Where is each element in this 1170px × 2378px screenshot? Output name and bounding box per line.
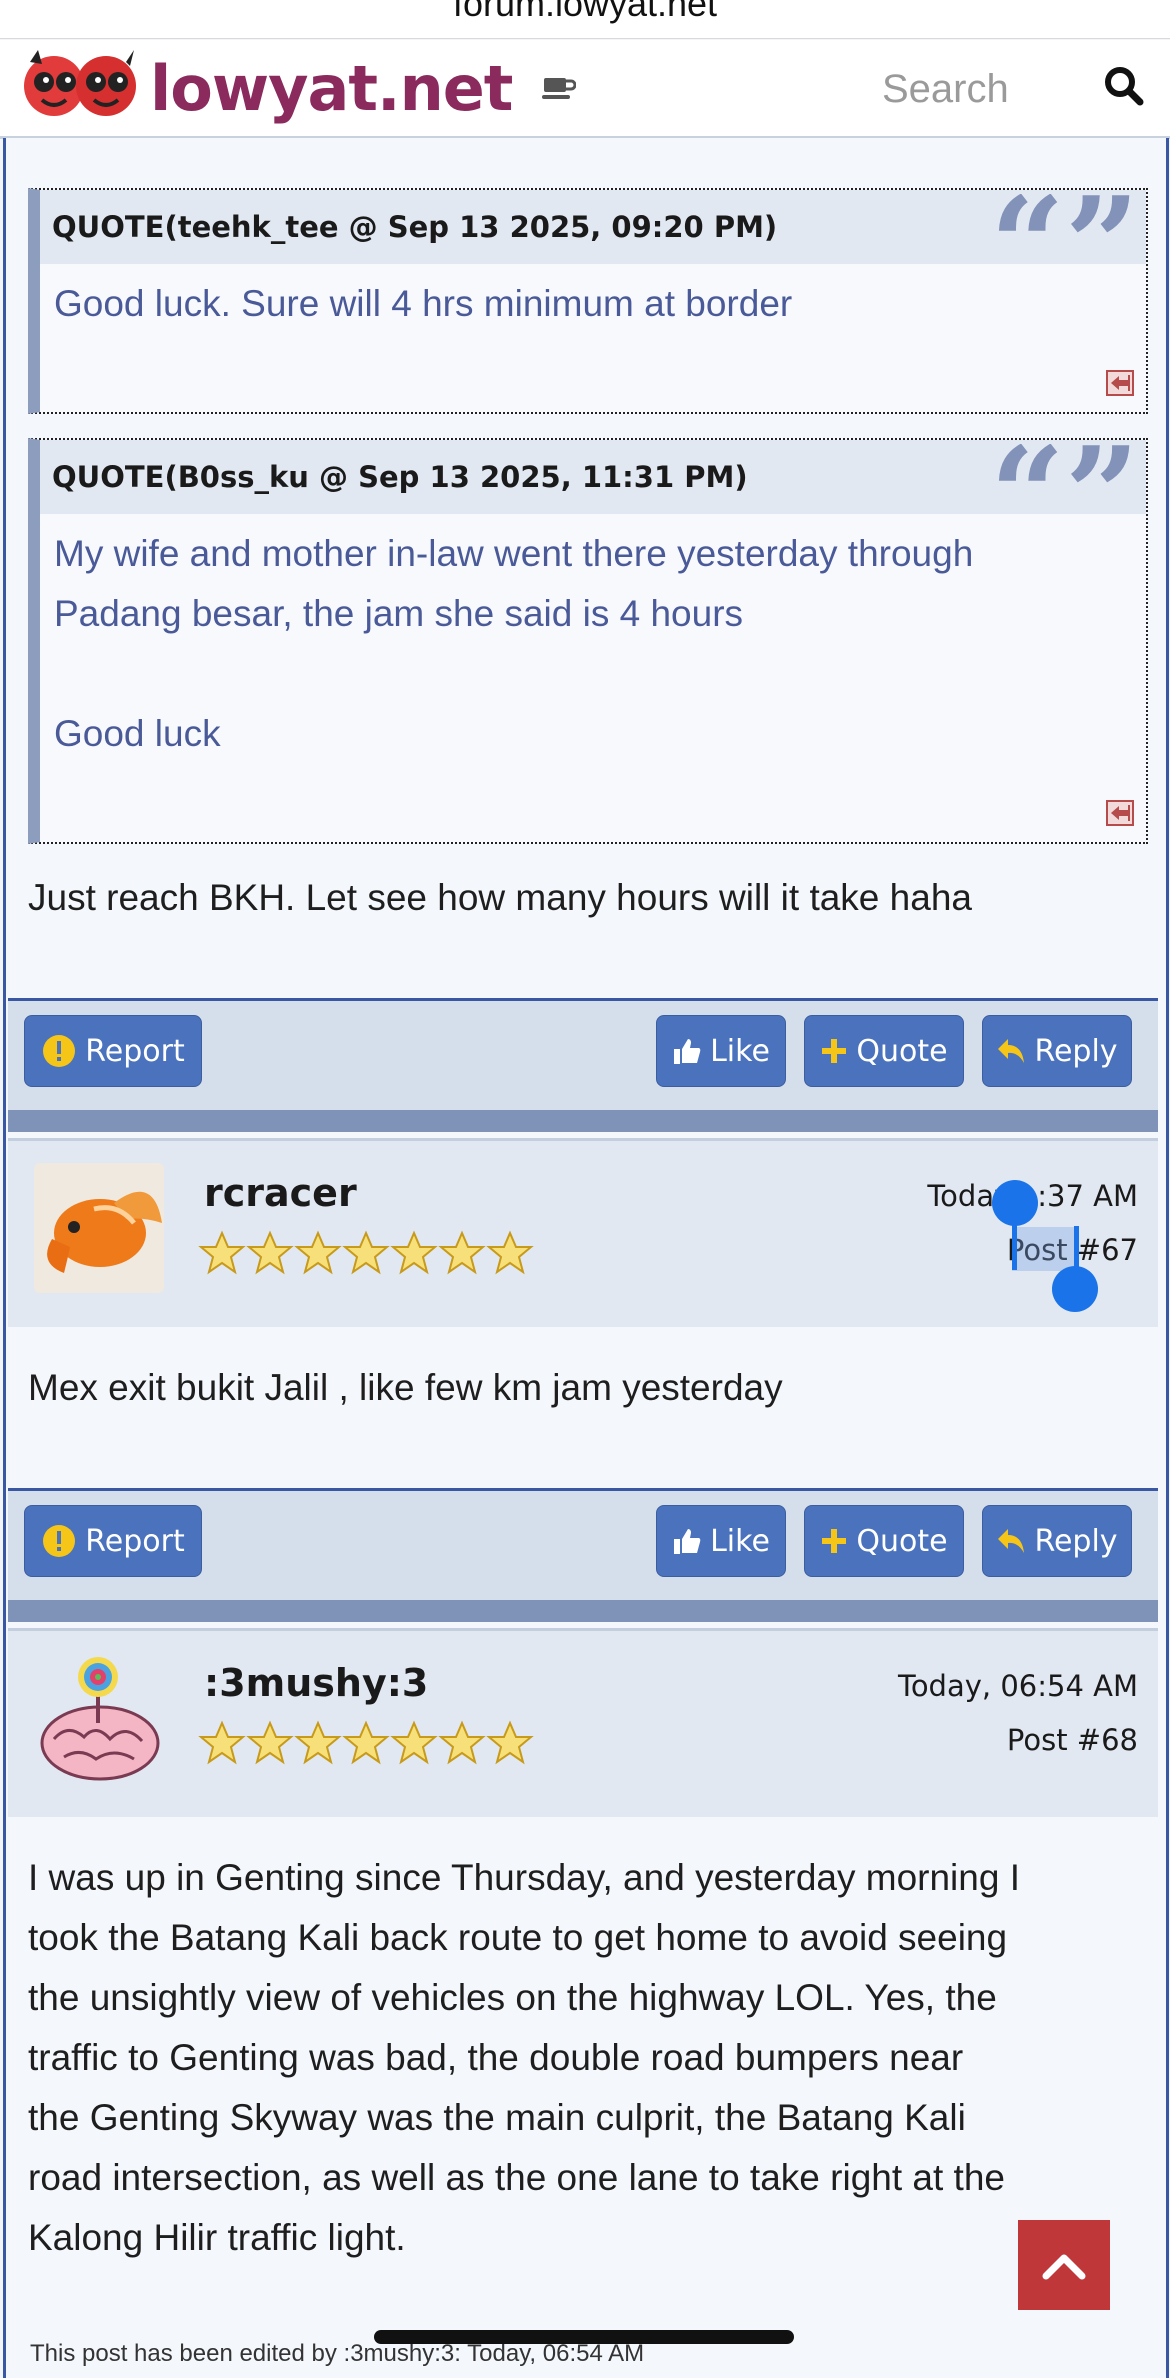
reply-button[interactable]: Reply: [982, 1505, 1132, 1577]
reply-label: Reply: [1034, 1523, 1118, 1559]
plus-icon: [822, 1529, 847, 1553]
star-icon: [342, 1720, 390, 1765]
like-label: Like: [710, 1033, 770, 1069]
report-label: Report: [85, 1523, 185, 1559]
avatar[interactable]: [34, 1163, 164, 1293]
coffee-cup-icon[interactable]: [542, 72, 576, 102]
site-logo[interactable]: lowyat.net: [22, 48, 513, 128]
quote-blank-line: [54, 644, 1132, 704]
rating-stars: [198, 1229, 534, 1277]
search-input[interactable]: [880, 58, 1084, 120]
post-body-line: road intersection, as well as the one la…: [28, 2157, 1005, 2198]
quote-marks-icon: “”: [990, 444, 1140, 524]
quote-button[interactable]: Quote: [804, 1505, 964, 1577]
star-icon: [438, 1720, 486, 1765]
reply-arrow-icon: [998, 1039, 1025, 1063]
chevron-up-icon: [1042, 2254, 1086, 2280]
star-icon: [486, 1230, 534, 1275]
svg-text:“”: “”: [990, 194, 1140, 274]
post-action-bar: Report Like Quote Reply: [8, 998, 1158, 1111]
selection-handle-end[interactable]: [1052, 1266, 1098, 1312]
post-body-text: Mex exit bukit Jalil , like few km jam y…: [28, 1367, 783, 1408]
edited-note: This post has been edited by :3mushy:3: …: [30, 2340, 645, 2367]
post-header: :3mushy:3 Today, 06:54 AM Post #68: [8, 1628, 1158, 1817]
plus-icon: [822, 1039, 847, 1063]
quote-line: Good luck. Sure will 4 hrs minimum at bo…: [54, 283, 793, 324]
quote-line: Good luck: [54, 713, 221, 754]
star-icon: [246, 1230, 294, 1275]
star-icon: [390, 1230, 438, 1275]
post-body-line: traffic to Genting was bad, the double r…: [28, 2037, 964, 2078]
quote-header: QUOTE(B0ss_ku @ Sep 13 2025, 11:31 PM): [40, 440, 1146, 514]
warning-icon: [43, 1525, 76, 1557]
star-icon: [342, 1230, 390, 1275]
text-selection-highlight: [1012, 1227, 1078, 1271]
post-body-line: the Genting Skyway was the main culprit,…: [28, 2097, 966, 2138]
quote-block: QUOTE(teehk_tee @ Sep 13 2025, 09:20 PM)…: [28, 188, 1148, 414]
username[interactable]: :3mushy:3: [204, 1661, 428, 1705]
like-label: Like: [710, 1523, 770, 1559]
svg-text:“”: “”: [990, 444, 1140, 524]
quote-button[interactable]: Quote: [804, 1015, 964, 1087]
report-button[interactable]: Report: [24, 1015, 202, 1087]
logo-text: lowyat.net: [150, 52, 513, 125]
username[interactable]: rcracer: [204, 1171, 357, 1215]
quote-line: Padang besar, the jam she said is 4 hour…: [54, 593, 744, 634]
star-icon: [198, 1720, 246, 1765]
home-indicator: [374, 2330, 794, 2344]
star-icon: [390, 1720, 438, 1765]
quote-label: Quote: [856, 1523, 948, 1559]
goldfish-avatar-icon: [34, 1163, 164, 1293]
avatar[interactable]: [34, 1653, 164, 1783]
post-date: Today, 06:54 AM: [898, 1669, 1138, 1703]
search-icon[interactable]: [1100, 62, 1148, 110]
like-button[interactable]: Like: [656, 1015, 786, 1087]
scroll-to-top-button[interactable]: [1018, 2220, 1110, 2310]
report-button[interactable]: Report: [24, 1505, 202, 1577]
thumbs-up-icon: [674, 1039, 701, 1064]
post-header: rcracer Today:37 AM Post #67: [8, 1138, 1158, 1327]
warning-icon: [43, 1035, 76, 1067]
star-icon: [294, 1720, 342, 1765]
post-date-suffix: :37 AM: [1037, 1179, 1138, 1213]
post-number-link[interactable]: Post #68: [898, 1713, 1138, 1767]
quote-block: QUOTE(B0ss_ku @ Sep 13 2025, 11:31 PM) “…: [28, 438, 1148, 844]
like-button[interactable]: Like: [656, 1505, 786, 1577]
star-icon: [246, 1720, 294, 1765]
post-body-line: took the Batang Kali back route to get h…: [28, 1917, 1008, 1958]
star-icon: [438, 1230, 486, 1275]
report-label: Report: [85, 1033, 185, 1069]
view-original-icon[interactable]: [1106, 370, 1134, 396]
star-icon: [198, 1230, 246, 1275]
site-header: lowyat.net: [0, 40, 1170, 139]
reply-label: Reply: [1034, 1033, 1118, 1069]
post-body-line: I was up in Genting since Thursday, and …: [28, 1857, 1020, 1898]
quote-line: My wife and mother in-law went there yes…: [54, 533, 974, 574]
lowyat-mascot-icon: [24, 50, 136, 116]
reply-arrow-icon: [998, 1529, 1025, 1553]
star-icon: [294, 1230, 342, 1275]
star-icon: [486, 1720, 534, 1765]
post-body-line: Kalong Hilir traffic light.: [28, 2217, 406, 2258]
quote-header: QUOTE(teehk_tee @ Sep 13 2025, 09:20 PM): [40, 190, 1146, 264]
url-bar[interactable]: forum.lowyat.net: [0, 0, 1170, 39]
thumbs-up-icon: [674, 1529, 701, 1554]
quote-body: My wife and mother in-law went there yes…: [40, 514, 1146, 774]
post-body-text: Just reach BKH. Let see how many hours w…: [28, 877, 972, 918]
post-meta: Today, 06:54 AM Post #68: [898, 1659, 1138, 1767]
reply-button[interactable]: Reply: [982, 1015, 1132, 1087]
quote-body: Good luck. Sure will 4 hrs minimum at bo…: [40, 264, 1146, 344]
quote-label: Quote: [856, 1033, 948, 1069]
post-action-bar: Report Like Quote Reply: [8, 1488, 1158, 1601]
post-body-text: I was up in Genting since Thursday, and …: [28, 1848, 1128, 2268]
rating-stars: [198, 1719, 534, 1767]
url-text: forum.lowyat.net: [452, 0, 718, 24]
selection-handle-start[interactable]: [992, 1180, 1038, 1226]
quote-marks-icon: “”: [990, 194, 1140, 274]
brain-lollipop-avatar-icon: [34, 1653, 164, 1783]
post-divider: [8, 1110, 1158, 1132]
post-body-line: the unsightly view of vehicles on the hi…: [28, 1977, 997, 2018]
post-divider: [8, 1600, 1158, 1622]
view-original-icon[interactable]: [1106, 800, 1134, 826]
